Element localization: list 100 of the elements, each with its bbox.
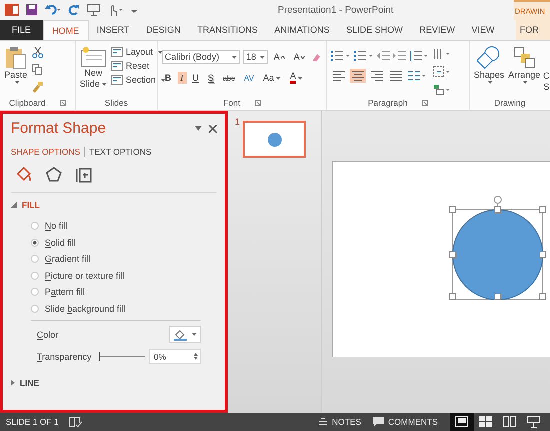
radio-button[interactable] — [31, 238, 39, 247]
caret-icon — [232, 56, 238, 58]
dialog-launcher-icon[interactable] — [60, 100, 66, 106]
comment-icon — [373, 417, 384, 427]
font-style-button[interactable]: I — [178, 72, 186, 84]
ribbon-tab[interactable]: TRANSITIONS — [189, 20, 266, 40]
save-icon[interactable] — [26, 4, 38, 16]
align-button[interactable] — [331, 69, 347, 83]
undo-icon[interactable] — [45, 4, 61, 16]
fill-option[interactable]: Pattern fill — [31, 286, 217, 298]
fill-option[interactable]: Slide background fill — [31, 302, 217, 315]
decrease-indent-icon[interactable] — [377, 50, 390, 62]
paste-button[interactable]: Paste — [4, 44, 28, 96]
group-label: Slides — [104, 98, 128, 108]
dialog-launcher-icon[interactable] — [422, 100, 428, 106]
pane-options-caret-icon[interactable] — [195, 126, 202, 131]
radio-button[interactable] — [31, 255, 39, 264]
group-label: Clipboard — [9, 98, 46, 108]
customize-caret-icon[interactable] — [131, 7, 137, 13]
group-label: Paragraph — [368, 98, 408, 108]
redo-icon[interactable] — [68, 4, 80, 16]
caret-icon — [14, 81, 20, 84]
fill-option[interactable]: No fill — [31, 220, 217, 232]
radio-button[interactable] — [31, 272, 39, 280]
drawing-command-button[interactable]: Arrange — [508, 44, 541, 96]
arrange-icon — [512, 46, 537, 70]
pane-title: Format Shape — [11, 120, 108, 137]
ribbon-tab[interactable]: FOR — [516, 20, 550, 40]
spin-down-icon[interactable] — [194, 357, 198, 360]
fill-option[interactable]: Solid fill — [31, 236, 217, 249]
section-header[interactable]: LINE — [11, 377, 217, 389]
group-label: Font — [223, 98, 240, 108]
ribbon-tab[interactable]: DESIGN — [138, 20, 190, 40]
slide-command-button[interactable]: Section — [111, 75, 166, 85]
slide-command-button[interactable]: Reset — [111, 61, 166, 71]
window-title: Presentation1 - PowerPoint — [278, 4, 394, 16]
numbering-icon[interactable] — [354, 50, 374, 62]
font-style-button[interactable]: S — [205, 72, 218, 84]
comments-button[interactable]: COMMENTS — [373, 417, 438, 427]
radio-button[interactable] — [31, 304, 39, 313]
cut-off-button[interactable]: C S — [544, 44, 549, 96]
spell-check-icon[interactable] — [68, 416, 83, 428]
ribbon-tab[interactable]: ANIMATIONS — [266, 20, 338, 40]
font-color-button[interactable]: A — [287, 71, 306, 85]
section-header[interactable]: FILL — [11, 199, 217, 211]
fill-option[interactable]: Picture or texture fill — [31, 270, 217, 282]
normal-view-icon[interactable] — [450, 413, 474, 431]
shrink-font-button[interactable]: A — [290, 51, 308, 63]
pentagon-icon[interactable] — [45, 166, 63, 184]
notes-button[interactable]: NOTES — [318, 417, 362, 427]
options-tab[interactable]: SHAPE OPTIONS — [11, 147, 84, 157]
slide-counter: SLIDE 1 OF 1 — [5, 417, 60, 427]
presentation-icon[interactable] — [87, 4, 101, 16]
ribbon-tab[interactable]: REVIEW — [411, 20, 464, 40]
caret-icon — [298, 76, 304, 80]
align-button[interactable] — [369, 69, 385, 83]
size-icon[interactable] — [75, 166, 93, 184]
change-case-button[interactable]: Aa — [260, 72, 284, 84]
grow-font-button[interactable]: A — [270, 51, 288, 63]
line-spacing-icon[interactable] — [409, 50, 429, 62]
new-slide-button[interactable]: New Slide — [80, 44, 108, 96]
color-picker-button[interactable] — [169, 326, 201, 343]
ribbon-tab[interactable]: FILE — [0, 20, 44, 40]
options-tab[interactable]: TEXT OPTIONS — [84, 147, 156, 157]
align-button[interactable] — [388, 69, 404, 83]
drawing-command-button[interactable]: Shapes — [474, 44, 505, 96]
layout-icon — [111, 61, 124, 71]
group-label: Drawing — [494, 98, 526, 108]
font-style-button[interactable]: AV — [241, 72, 258, 84]
brush-icon[interactable] — [32, 81, 44, 93]
font-size-field[interactable]: 18 — [243, 50, 268, 64]
slide-thumbnail[interactable] — [243, 121, 306, 158]
dialog-launcher-icon[interactable] — [254, 100, 260, 106]
increase-indent-icon[interactable] — [393, 50, 406, 62]
radio-button[interactable] — [31, 222, 39, 230]
close-icon[interactable] — [209, 124, 217, 132]
font-name-field[interactable]: Calibri (Body) — [162, 50, 240, 64]
ribbon-tab[interactable]: SLIDE SHOW — [338, 20, 412, 40]
caret-icon — [523, 81, 528, 84]
layout-icon — [111, 47, 124, 57]
align-text-icon[interactable] — [433, 66, 451, 78]
scissors-icon[interactable] — [32, 47, 44, 59]
powerpoint-logo-icon[interactable] — [5, 3, 19, 17]
smartart-icon[interactable] — [433, 84, 451, 96]
caret-icon — [488, 81, 493, 84]
paint-bucket-icon[interactable] — [15, 166, 33, 184]
spin-up-icon[interactable] — [194, 353, 198, 356]
text-direction-icon[interactable] — [433, 48, 451, 60]
paint-bucket-icon — [174, 328, 188, 340]
columns-icon[interactable] — [407, 70, 427, 82]
transparency-field[interactable]: 0% — [149, 349, 201, 364]
ribbon-tab[interactable]: HOME — [43, 20, 89, 40]
bullets-icon[interactable] — [331, 50, 351, 62]
align-button[interactable] — [350, 69, 366, 83]
font-style-button[interactable]: U — [190, 72, 202, 84]
fill-option[interactable]: Gradient fill — [31, 253, 217, 266]
transparency-label: Transparency — [37, 352, 93, 362]
radio-button[interactable] — [31, 288, 39, 296]
ribbon-tab[interactable]: INSERT — [88, 20, 138, 40]
ribbon-tab[interactable]: VIEW — [463, 20, 504, 40]
